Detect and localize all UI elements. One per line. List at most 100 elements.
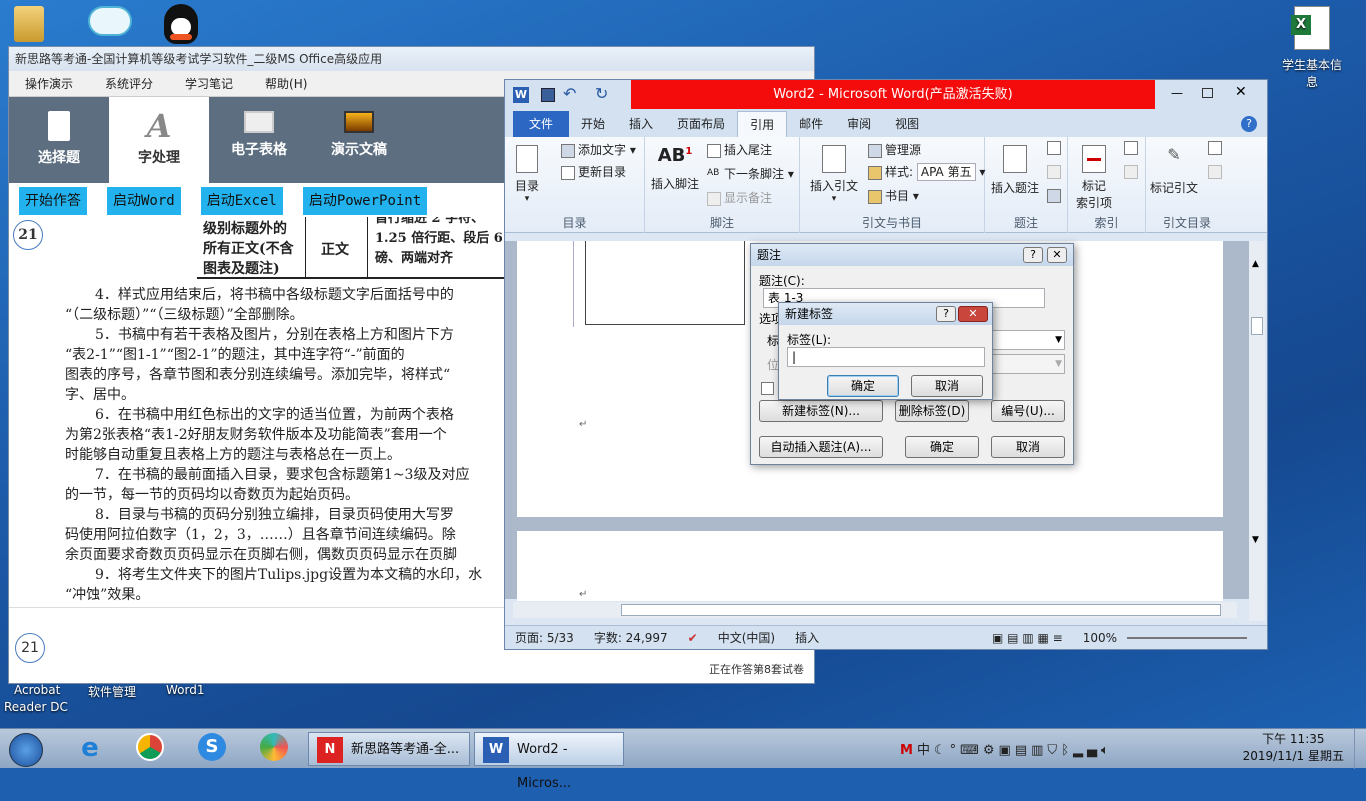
document-page-2[interactable]: ↵ [517, 531, 1223, 601]
bibliography-button[interactable]: 书目 ▾ [868, 187, 919, 204]
insert-authorities-icon[interactable] [1208, 141, 1222, 155]
bluetooth-icon[interactable]: ᛒ [1061, 743, 1073, 758]
insert-table-of-figures-icon[interactable] [1047, 141, 1061, 155]
scroll-down-icon[interactable]: ▼ [1252, 535, 1259, 545]
chrome-taskbar-icon[interactable] [130, 733, 170, 765]
software-manager-desktop-label[interactable]: 软件管理 [88, 683, 136, 700]
ime-icon[interactable]: M [900, 743, 917, 758]
style-selector[interactable]: 样式: APA 第五 ▾ [868, 163, 985, 181]
spellcheck-icon[interactable]: ✔ [678, 631, 708, 645]
caption-help-button[interactable]: ? [1023, 247, 1043, 263]
status-words[interactable]: 字数: 24,997 [584, 629, 678, 646]
insert-caption-button[interactable]: 插入题注 [991, 145, 1039, 196]
punct-icon[interactable]: ° [950, 743, 961, 758]
keyboard-icon[interactable]: ⌨ [960, 743, 983, 758]
new-label-ok-button[interactable]: 确定 [827, 375, 899, 397]
status-language[interactable]: 中文(中国) [708, 629, 785, 646]
style-dropdown[interactable]: APA 第五 [916, 163, 976, 181]
insert-endnote-button[interactable]: 插入尾注 [707, 141, 772, 158]
clock[interactable]: 下午 11:35 2019/11/1 星期五 [1243, 731, 1344, 765]
tab-view[interactable]: 视图 [883, 111, 931, 137]
tab-file[interactable]: 文件 [513, 111, 570, 137]
ie-taskbar-icon[interactable]: e [70, 733, 110, 765]
menu-demo[interactable]: 操作演示 [9, 75, 89, 92]
tab-spreadsheet[interactable]: 电子表格 [209, 97, 309, 183]
tray-icon[interactable]: ▥ [1031, 743, 1047, 758]
new-label-button[interactable]: 新建标签(N)... [759, 400, 883, 422]
cloud-desktop-icon[interactable] [88, 6, 132, 36]
tray-icon[interactable]: ▤ [1015, 743, 1031, 758]
caption-cancel-button[interactable]: 取消 [991, 436, 1065, 458]
launch-word-button[interactable]: 启动Word [107, 187, 181, 215]
tab-home[interactable]: 开始 [569, 111, 617, 137]
insert-index-icon[interactable] [1124, 141, 1138, 155]
new-label-cancel-button[interactable]: 取消 [911, 375, 983, 397]
zoom-slider[interactable] [1127, 636, 1247, 639]
caption-close-button[interactable]: ✕ [1047, 247, 1067, 263]
next-footnote-button[interactable]: AB 下一条脚注 ▾ [707, 165, 794, 182]
tab-mailings[interactable]: 邮件 [787, 111, 835, 137]
settings-icon[interactable]: ⚙ [983, 743, 999, 758]
new-label-help-button[interactable]: ? [936, 306, 956, 322]
delete-label-button[interactable]: 删除标签(D) [895, 400, 969, 422]
lang-icon[interactable]: 中 [917, 743, 934, 758]
tab-word-processing[interactable]: A 字处理 [109, 97, 209, 183]
new-label-close-button[interactable]: ✕ [958, 306, 988, 322]
update-toc-button[interactable]: 更新目录 [561, 163, 626, 180]
close-icon[interactable]: ✕ [1235, 84, 1247, 100]
launch-powerpoint-button[interactable]: 启动PowerPoint [302, 187, 428, 215]
menu-notes[interactable]: 学习笔记 [169, 75, 249, 92]
view-buttons[interactable]: ▣ ▤ ▥ ▦ ≡ [982, 631, 1073, 645]
excel-file-desktop-icon[interactable]: X 学生基本信 息 [1276, 6, 1348, 90]
scroll-up-icon[interactable]: ▲ [1252, 259, 1259, 269]
manage-sources-button[interactable]: 管理源 [868, 141, 921, 158]
volume-icon[interactable]: 🔈︎ [1101, 743, 1113, 758]
tray-icon[interactable]: ▣ [999, 743, 1015, 758]
start-button[interactable] [4, 733, 48, 767]
cloud-taskbar-icon[interactable] [254, 733, 294, 765]
exclude-label-checkbox[interactable] [761, 382, 774, 395]
mark-citation-button[interactable]: ✎ 标记引文 [1150, 145, 1198, 196]
folder-desktop-icon[interactable] [14, 6, 44, 42]
tab-insert[interactable]: 插入 [617, 111, 665, 137]
status-page[interactable]: 页面: 5/33 [505, 629, 584, 646]
new-label-input[interactable]: | [787, 347, 985, 367]
add-text-button[interactable]: 添加文字 ▾ [561, 141, 636, 158]
moon-icon[interactable]: ☾ [934, 743, 950, 758]
menu-help[interactable]: 帮助(H) [249, 75, 323, 92]
save-icon[interactable] [541, 88, 555, 102]
toc-button[interactable]: 目录 ▾ [515, 145, 539, 204]
minimize-icon[interactable]: — [1171, 86, 1183, 100]
caption-ok-button[interactable]: 确定 [905, 436, 979, 458]
numbering-button[interactable]: 编号(U)... [991, 400, 1065, 422]
cross-reference-icon[interactable] [1047, 189, 1061, 203]
signal-icon[interactable]: ▂▄ [1073, 743, 1101, 758]
show-notes-button[interactable]: 显示备注 [707, 189, 772, 206]
tab-references[interactable]: 引用 [737, 111, 788, 137]
word-app-icon[interactable]: W [513, 87, 529, 103]
status-zoom[interactable]: 100% [1073, 631, 1127, 645]
acrobat-desktop-label[interactable]: Acrobat [14, 683, 60, 697]
word1-desktop-label[interactable]: Word1 [166, 683, 204, 697]
mark-entry-button[interactable]: 标记 索引项 [1076, 145, 1112, 211]
help-icon[interactable]: ? [1241, 116, 1257, 132]
tab-choice[interactable]: 选择题 [9, 97, 109, 183]
update-table-icon[interactable] [1047, 165, 1061, 179]
qq-desktop-icon[interactable] [164, 4, 198, 44]
update-index-icon[interactable] [1124, 165, 1138, 179]
horizontal-scrollbar[interactable] [513, 602, 1237, 618]
show-desktop-button[interactable] [1354, 729, 1366, 769]
scroll-thumb[interactable] [1251, 317, 1263, 335]
start-answer-button[interactable]: 开始作答 [19, 187, 87, 215]
redo-icon[interactable]: ↻ [595, 84, 608, 103]
hscroll-thumb[interactable] [621, 604, 1221, 616]
shield-icon[interactable]: ⛉ [1047, 743, 1061, 758]
insert-citation-button[interactable]: 插入引文 ▾ [810, 145, 858, 204]
tab-presentation[interactable]: 演示文稿 [309, 97, 409, 183]
tab-page-layout[interactable]: 页面布局 [665, 111, 737, 137]
acrobat-desktop-label-2[interactable]: Reader DC [4, 700, 68, 714]
tab-review[interactable]: 审阅 [835, 111, 883, 137]
launch-excel-button[interactable]: 启动Excel [200, 187, 283, 215]
taskbar-app-word[interactable]: W Word2 - Micros... [474, 732, 624, 791]
maximize-icon[interactable] [1202, 88, 1213, 98]
